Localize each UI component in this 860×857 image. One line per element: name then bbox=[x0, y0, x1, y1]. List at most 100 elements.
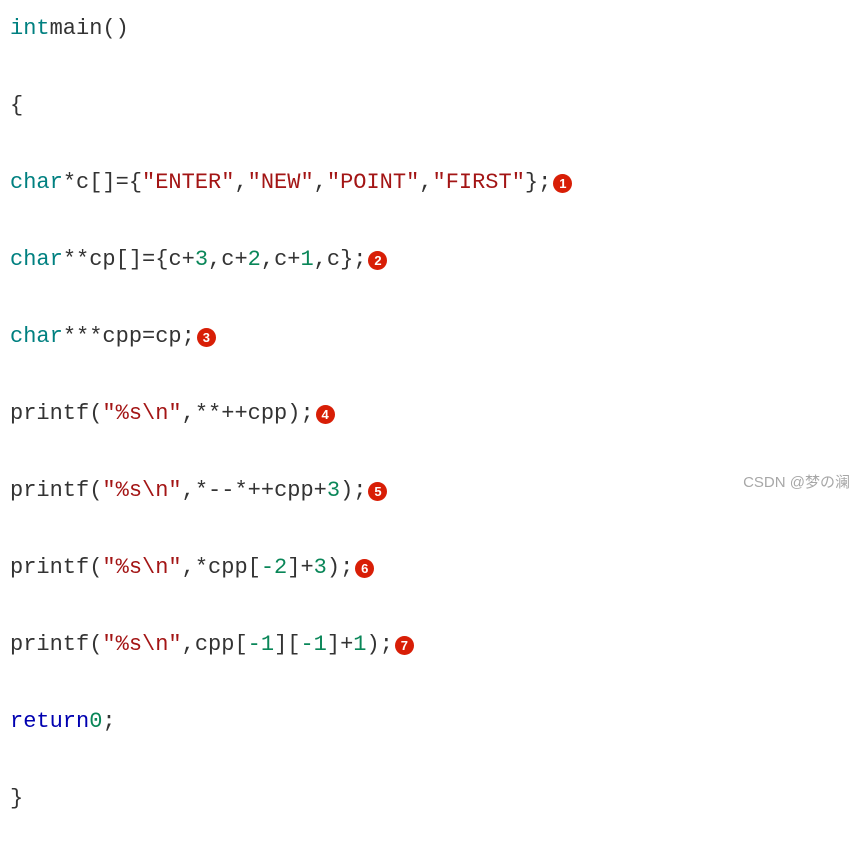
annotation-badge-6: 6 bbox=[355, 559, 374, 578]
fn-printf: printf bbox=[10, 472, 89, 511]
watermark: CSDN @梦の澜 bbox=[743, 470, 850, 496]
paren-close: ) bbox=[327, 549, 340, 588]
num-3: 3 bbox=[195, 241, 208, 280]
string-enter: "ENTER" bbox=[142, 164, 234, 203]
annotation-badge-7: 7 bbox=[395, 636, 414, 655]
num-3: 3 bbox=[314, 549, 327, 588]
comma: , bbox=[314, 241, 327, 280]
fn-printf: printf bbox=[10, 395, 89, 434]
paren-open: ( bbox=[89, 626, 102, 665]
ident-cpp: cpp bbox=[208, 549, 248, 588]
annotation-badge-5: 5 bbox=[368, 482, 387, 501]
bracket-close: ] bbox=[129, 241, 142, 280]
fn-printf: printf bbox=[10, 626, 89, 665]
ident-c: c bbox=[274, 241, 287, 280]
annotation-badge-3: 3 bbox=[197, 328, 216, 347]
op-star: * bbox=[195, 395, 208, 434]
comma: , bbox=[182, 395, 195, 434]
paren-open: ( bbox=[89, 472, 102, 511]
semicolon: ; bbox=[300, 395, 313, 434]
code-line: printf("%s\n", *cpp[-2]+3);6 bbox=[10, 549, 850, 588]
op-plus: + bbox=[287, 241, 300, 280]
op-plus: + bbox=[234, 241, 247, 280]
code-line: char *c[] = {"ENTER","NEW","POINT","FIRS… bbox=[10, 164, 850, 203]
num-1: 1 bbox=[300, 241, 313, 280]
ident-c: c bbox=[327, 241, 340, 280]
ident-cp: cp bbox=[155, 318, 181, 357]
ident-cpp: cpp bbox=[274, 472, 314, 511]
code-line: printf("%s\n", **++cpp);4 bbox=[10, 395, 850, 434]
string-first: "FIRST" bbox=[433, 164, 525, 203]
fn-main: main bbox=[50, 10, 103, 49]
bracket-close: ] bbox=[287, 549, 300, 588]
op-star: * bbox=[195, 549, 208, 588]
op-plus: + bbox=[314, 472, 327, 511]
keyword-return: return bbox=[10, 703, 89, 742]
op-star: * bbox=[208, 395, 221, 434]
op-star: * bbox=[63, 318, 76, 357]
keyword-char: char bbox=[10, 318, 63, 357]
ident-c: c bbox=[76, 164, 89, 203]
semicolon: ; bbox=[380, 626, 393, 665]
ident-cp: cp bbox=[89, 241, 115, 280]
semicolon: ; bbox=[340, 549, 353, 588]
code-line: { bbox=[10, 87, 850, 126]
op-decrement: -- bbox=[208, 472, 234, 511]
string-format: "%s\n" bbox=[102, 626, 181, 665]
bracket-open: [ bbox=[287, 626, 300, 665]
op-eq: = bbox=[142, 241, 155, 280]
bracket-open: [ bbox=[89, 164, 102, 203]
comma: , bbox=[208, 241, 221, 280]
num-3: 3 bbox=[327, 472, 340, 511]
code-line: printf("%s\n", *--*++cpp+3);5 bbox=[10, 472, 850, 511]
ident-c: c bbox=[221, 241, 234, 280]
bracket-close: ] bbox=[102, 164, 115, 203]
paren-open: ( bbox=[89, 549, 102, 588]
code-line: return 0; bbox=[10, 703, 850, 742]
string-new: "NEW" bbox=[248, 164, 314, 203]
paren-close: ) bbox=[287, 395, 300, 434]
op-increment: ++ bbox=[248, 472, 274, 511]
string-format: "%s\n" bbox=[102, 549, 181, 588]
bracket-close: ] bbox=[274, 626, 287, 665]
annotation-badge-2: 2 bbox=[368, 251, 387, 270]
fn-printf: printf bbox=[10, 549, 89, 588]
op-star: * bbox=[89, 318, 102, 357]
op-star: * bbox=[195, 472, 208, 511]
num-neg1: -1 bbox=[248, 626, 274, 665]
op-plus: + bbox=[340, 626, 353, 665]
ident-cpp: cpp bbox=[195, 626, 235, 665]
op-plus: + bbox=[182, 241, 195, 280]
comma: , bbox=[261, 241, 274, 280]
comma: , bbox=[182, 472, 195, 511]
op-increment: ++ bbox=[221, 395, 247, 434]
string-point: "POINT" bbox=[327, 164, 419, 203]
code-block: int main() { char *c[] = {"ENTER","NEW",… bbox=[10, 10, 850, 857]
keyword-char: char bbox=[10, 241, 63, 280]
comma: , bbox=[182, 549, 195, 588]
bracket-close: ] bbox=[327, 626, 340, 665]
annotation-badge-1: 1 bbox=[553, 174, 572, 193]
bracket-open: [ bbox=[248, 549, 261, 588]
brace-close: } bbox=[340, 241, 353, 280]
string-format: "%s\n" bbox=[102, 472, 181, 511]
ident-cpp: cpp bbox=[102, 318, 142, 357]
comma: , bbox=[182, 626, 195, 665]
keyword-char: char bbox=[10, 164, 63, 203]
annotation-badge-4: 4 bbox=[316, 405, 335, 424]
code-line: char***cpp = cp;3 bbox=[10, 318, 850, 357]
num-2: 2 bbox=[248, 241, 261, 280]
ident-cpp: cpp bbox=[248, 395, 288, 434]
brace-close: } bbox=[10, 780, 23, 819]
keyword-int: int bbox=[10, 10, 50, 49]
op-star: * bbox=[76, 318, 89, 357]
num-1: 1 bbox=[353, 626, 366, 665]
comma: , bbox=[234, 164, 247, 203]
semicolon: ; bbox=[182, 318, 195, 357]
code-line: char**cp[] = {c+3,c+2,c+1,c};2 bbox=[10, 241, 850, 280]
ident-c: c bbox=[168, 241, 181, 280]
num-neg2: -2 bbox=[261, 549, 287, 588]
string-format: "%s\n" bbox=[102, 395, 181, 434]
brace-open: { bbox=[129, 164, 142, 203]
bracket-open: [ bbox=[234, 626, 247, 665]
